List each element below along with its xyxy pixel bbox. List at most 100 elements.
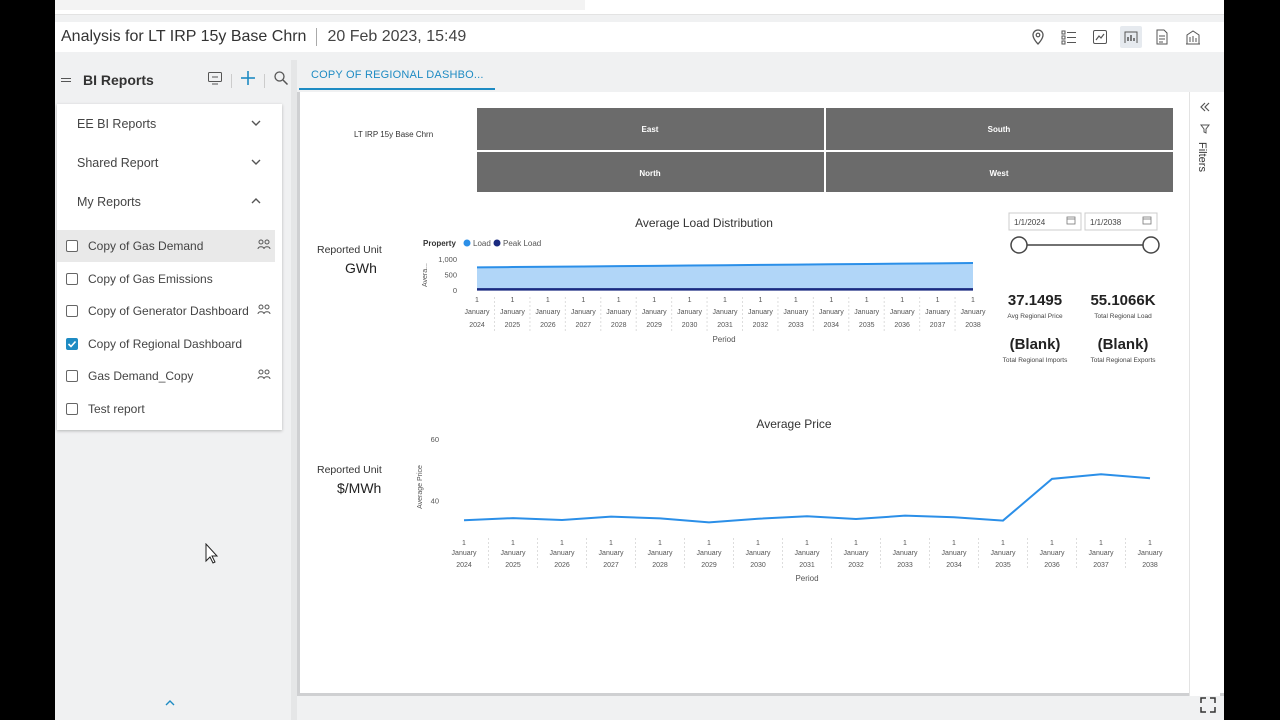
region-tile-south[interactable]: South [826,108,1173,150]
chevron-down-icon [251,159,261,165]
report-checkbox[interactable] [66,273,78,285]
add-icon[interactable] [240,70,256,91]
x-tick-year: 2029 [646,322,662,329]
price-chart-title: Average Price [756,417,831,431]
x-tick-year: 2025 [505,322,521,329]
section-shared-report[interactable]: Shared Report [57,144,282,182]
analysis-title: Analysis for LT IRP 15y Base Chrn [61,28,307,45]
y-tick-label: 0 [453,286,457,295]
dashboard-svg: LT IRP 15y Base Chrn East South North We… [317,108,1173,583]
x-tick-month: January [501,550,526,557]
x-tick-year: 2032 [848,562,864,569]
chart-image-icon[interactable] [1089,26,1111,48]
x-tick-month: January [465,309,490,316]
sidebar-header: BI Reports [55,68,291,92]
x-tick-year: 2036 [894,322,910,329]
kpi-value-total-load: 55.1066K [1090,292,1155,309]
chevron-up-icon[interactable] [163,698,177,708]
shared-users-icon [257,369,271,380]
x-tick-day: 1 [900,297,904,304]
region-tile-east[interactable]: East [477,108,824,150]
report-item-gas-demand-copy[interactable]: Gas Demand_Copy [57,360,275,392]
price-chart-plot [463,473,1151,524]
kpi-value-exports: (Blank) [1098,336,1149,353]
top-strip [55,0,1224,15]
monitor-icon[interactable] [207,70,223,91]
report-icon[interactable] [1120,26,1142,48]
report-item-test-report[interactable]: Test report [57,393,275,425]
x-tick-month: January [925,309,950,316]
region-tile-north[interactable]: North [477,152,824,192]
report-checkbox[interactable] [66,403,78,415]
x-tick-year: 2027 [575,322,591,329]
report-item-copy-of-regional-dashboard[interactable]: Copy of Regional Dashboard [57,328,275,360]
report-canvas: LT IRP 15y Base Chrn East South North We… [297,92,1224,696]
kpi-label-avg-price: Avg Regional Price [1007,313,1063,320]
x-tick-year: 2033 [897,562,913,569]
x-tick-year: 2038 [1142,562,1158,569]
slider-handle-start[interactable] [1010,236,1028,254]
mouse-cursor-icon [205,543,219,564]
sidebar-header-actions [207,70,289,91]
report-item-copy-of-generator-dashboard[interactable]: Copy of Generator Dashboard [57,295,275,327]
x-tick-day: 1 [865,297,869,304]
x-tick-month: January [697,550,722,557]
x-tick-day: 1 [511,540,515,547]
x-tick-month: January [893,550,918,557]
report-checkbox[interactable] [66,240,78,252]
x-tick-day: 1 [510,297,514,304]
region-label: North [639,169,660,178]
list-icon[interactable] [1058,26,1080,48]
report-item-copy-of-gas-demand[interactable]: Copy of Gas Demand [57,230,275,262]
region-label: West [990,169,1009,178]
x-tick-day: 1 [1148,540,1152,547]
load-chart-ylabel: Avera... [422,263,429,287]
x-tick-month: January [748,309,773,316]
location-pin-icon[interactable] [1027,26,1049,48]
price-chart-axis: 40 60 1 January 2024 1 January 2025 1 January 2026… [431,435,1163,570]
report-checkbox[interactable] [66,370,78,382]
report-label: Copy of Regional Dashboard [88,337,243,351]
hamburger-icon[interactable] [61,78,71,82]
kpi-label-total-load: Total Regional Load [1094,313,1152,320]
date-to-value: 1/1/2038 [1090,218,1122,227]
x-tick-month: January [606,309,631,316]
tab-copy-of-regional-dashboard[interactable]: COPY OF REGIONAL DASHBO... [299,60,495,90]
filters-pane[interactable]: Filters [1189,92,1220,696]
header-divider [231,73,232,88]
load-unit-label: Reported Unit [317,244,382,256]
x-tick-day: 1 [805,540,809,547]
x-tick-year: 2033 [788,322,804,329]
x-tick-day: 1 [688,297,692,304]
x-tick-month: January [648,550,673,557]
document-icon[interactable] [1151,26,1173,48]
x-tick-day: 1 [758,297,762,304]
x-tick-day: 1 [475,297,479,304]
report-item-copy-of-gas-emissions[interactable]: Copy of Gas Emissions [57,263,275,295]
x-tick-month: January [961,309,986,316]
check-icon [67,340,77,348]
x-tick-month: January [746,550,771,557]
x-tick-year: 2030 [750,562,766,569]
section-my-reports[interactable]: My Reports [57,183,282,221]
building-chart-icon[interactable] [1182,26,1204,48]
region-label: East [642,125,659,134]
header-divider [264,73,265,88]
x-tick-year: 2032 [753,322,769,329]
section-ee-bi-reports[interactable]: EE BI Reports [57,105,282,143]
section-label: My Reports [77,195,141,209]
reports-panel: EE BI Reports Shared Report My Reports C… [57,104,282,430]
x-tick-month: January [452,550,477,557]
report-checkbox[interactable] [66,305,78,317]
x-tick-month: January [795,550,820,557]
x-tick-year: 2035 [995,562,1011,569]
slider-handle-end[interactable] [1142,236,1160,254]
legend-title: Property [423,239,456,248]
search-icon[interactable] [273,70,289,91]
double-chevron-left-icon[interactable] [1199,101,1211,113]
fullscreen-icon[interactable] [1199,696,1217,714]
report-checkbox-checked[interactable] [66,338,78,350]
shared-users-icon [257,239,271,250]
region-tile-west[interactable]: West [826,152,1173,192]
bi-reports-sidebar: BI Reports EE BI Reports Shared Report M… [55,60,291,720]
